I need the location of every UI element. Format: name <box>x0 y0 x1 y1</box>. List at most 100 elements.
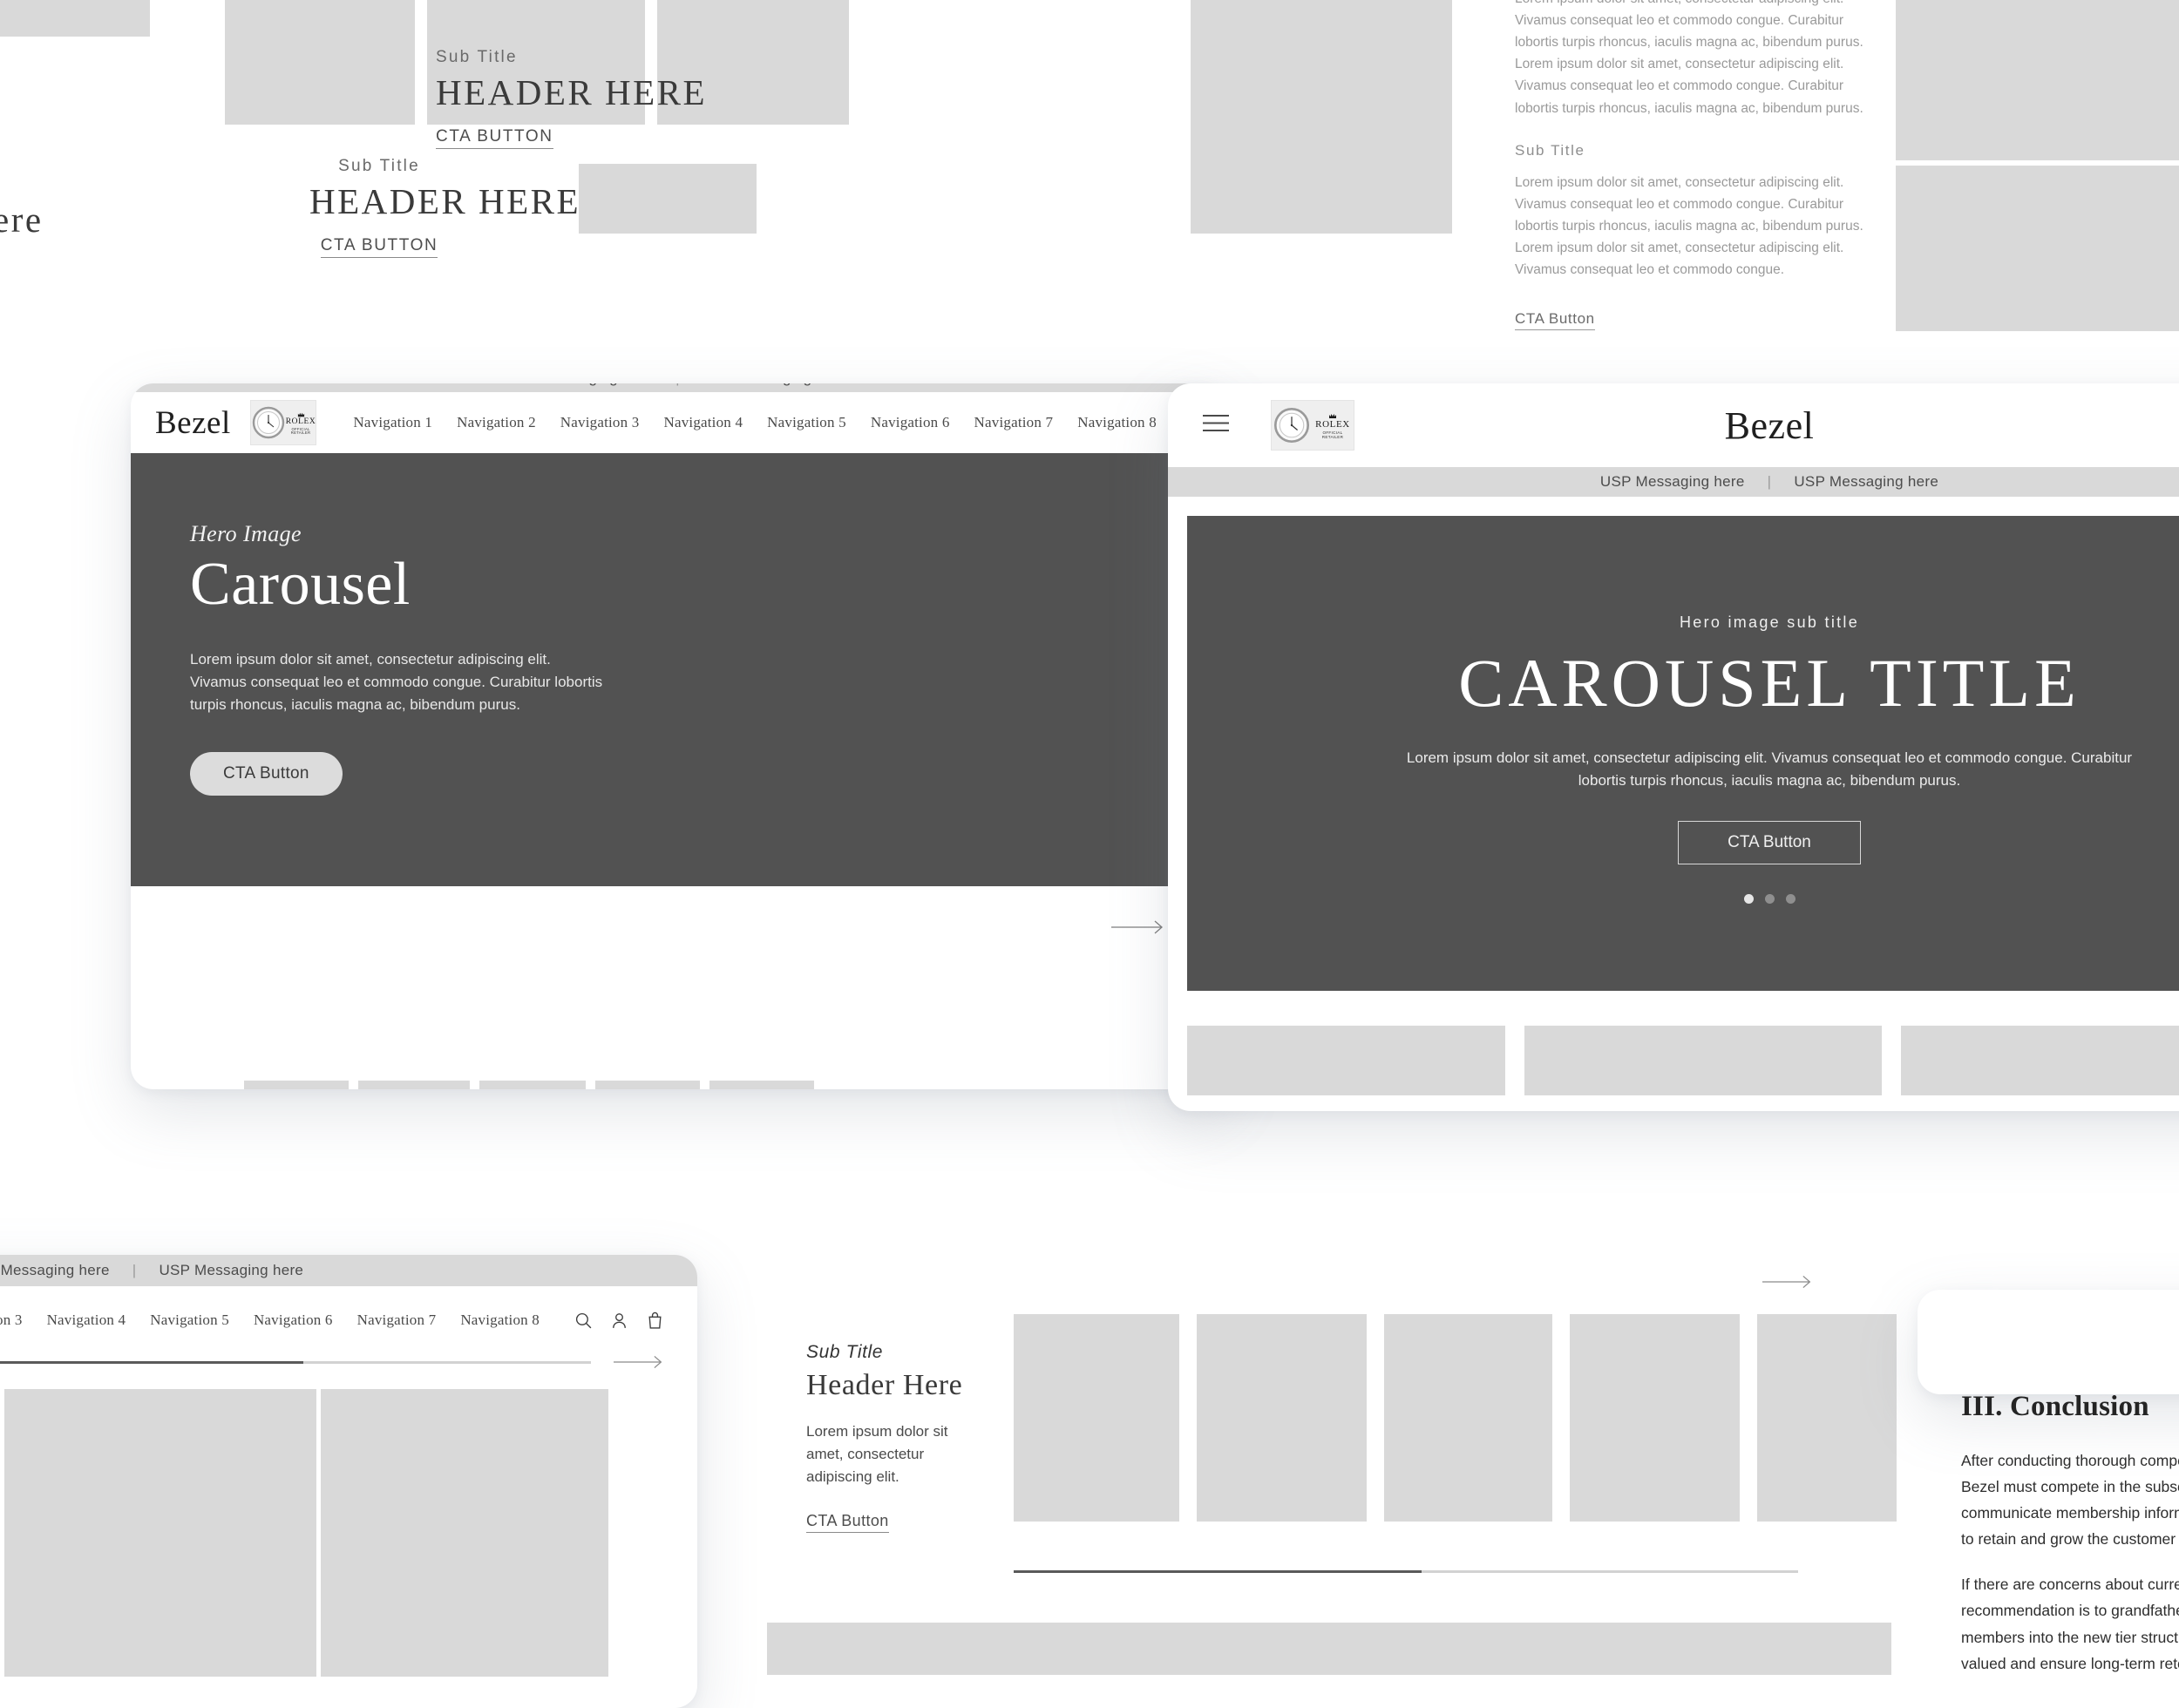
cta-button-copy-column[interactable]: CTA Button <box>1515 310 1595 331</box>
bottom-left-nav-icons <box>574 1312 664 1330</box>
nav-item-5[interactable]: Navigation 5 <box>755 414 859 431</box>
conclusion-paragraph-2: If there are concerns about current subs… <box>1961 1576 2179 1672</box>
usp-message-right: USP Messaging here <box>703 383 847 387</box>
cta-button-top-center[interactable]: CTA BUTTON <box>436 127 553 150</box>
card-placeholder[interactable] <box>358 1081 470 1089</box>
usp-bar-tablet: USP Messaging here | USP Messaging here <box>1168 467 2179 497</box>
watch-dial-icon <box>1272 403 1312 447</box>
bottom-center-progress-bar[interactable] <box>1014 1570 1798 1573</box>
nav-item-4[interactable]: Navigation 4 <box>651 414 755 431</box>
arrow-right-icon[interactable] <box>1111 919 1167 935</box>
usp-message-left: USP Messaging here <box>1599 473 1745 490</box>
rolex-retailer-plaque: ROLEX OFFICIAL RETAILER <box>1271 400 1354 451</box>
nav-item-7[interactable]: Navigation 7 <box>345 1312 449 1329</box>
desktop-nav-links: Navigation 1 Navigation 2 Navigation 3 N… <box>341 414 1169 431</box>
card-placeholder[interactable] <box>709 1081 814 1089</box>
tablet-card-strip <box>1168 991 2179 1095</box>
nav-item-3[interactable]: Navigation 3 <box>0 1312 35 1329</box>
cta-button-bottom-mid[interactable]: CTA Button <box>806 1512 889 1533</box>
card-placeholder[interactable] <box>244 1081 349 1089</box>
retailer-name: ROLEX <box>1315 418 1350 430</box>
usp-separator: | <box>132 1262 137 1278</box>
carousel-dot-2[interactable] <box>1764 894 1775 904</box>
card-placeholder[interactable] <box>1014 1314 1179 1522</box>
arrow-right-icon[interactable] <box>1762 1274 1815 1290</box>
nav-item-6[interactable]: Navigation 6 <box>859 414 962 431</box>
card-placeholder[interactable] <box>595 1081 700 1089</box>
placeholder-block <box>1896 166 2179 331</box>
brand-logo[interactable]: Bezel <box>155 404 231 442</box>
nav-item-8[interactable]: Navigation 8 <box>1065 414 1169 431</box>
hero-content: Hero image sub title CAROUSEL TITLE Lore… <box>1187 516 2179 904</box>
tablet-hero-banner: Hero image sub title CAROUSEL TITLE Lore… <box>1187 516 2179 991</box>
carousel-dot-3[interactable] <box>1785 894 1795 904</box>
cta-button-mid-left[interactable]: CTA BUTTON <box>320 236 438 259</box>
usp-message-right: USP Messaging here <box>1794 473 1939 490</box>
bottom-left-scroll-row <box>0 1354 697 1370</box>
hero-cta-button[interactable]: CTA Button <box>190 751 343 796</box>
bottom-center-progress-fill <box>1014 1570 1422 1573</box>
card-placeholder[interactable] <box>479 1081 586 1089</box>
canvas: Sub Title HEADER HERE CTA BUTTON Sub Tit… <box>0 0 2179 1708</box>
card-placeholder[interactable] <box>1384 1314 1552 1522</box>
conclusion-section: III. Conclusion After conducting thoroug… <box>1961 1391 2179 1696</box>
placeholder-block <box>1191 0 1452 109</box>
module-subtitle: Sub Title <box>806 1342 884 1362</box>
usp-message-left: USP Messaging here <box>508 383 653 387</box>
card-placeholder[interactable] <box>1757 1314 1897 1522</box>
rolex-retailer-plaque: ROLEX OFFICIAL RETAILER <box>249 400 317 445</box>
placeholder-block <box>1191 103 1452 234</box>
search-icon[interactable] <box>574 1312 593 1330</box>
hero-cta-button[interactable]: CTA Button <box>1678 821 1861 864</box>
bottom-left-navbar: Navigation 2 Navigation 3 Navigation 4 N… <box>0 1286 697 1354</box>
conclusion-paragraph-1: After conducting thorough competitive an… <box>1961 1452 2179 1549</box>
retailer-name: ROLEX <box>285 417 316 426</box>
tablet-browser-window: ROLEX OFFICIAL RETAILER Bezel USP Messag… <box>1168 383 2179 1111</box>
card-placeholder[interactable] <box>1570 1314 1740 1522</box>
arrow-right-icon[interactable] <box>614 1354 666 1370</box>
card-placeholder[interactable] <box>1187 1026 1505 1095</box>
copy-paragraph-1: Lorem ipsum dolor sit amet, consectetur … <box>1515 0 1863 116</box>
bottom-left-nav-links: Navigation 2 Navigation 3 Navigation 4 N… <box>0 1312 552 1329</box>
hamburger-menu-icon[interactable] <box>1203 414 1229 437</box>
carousel-next-row <box>131 886 1225 935</box>
module-body: Lorem ipsum dolor sit amet, consectetur … <box>806 1422 948 1486</box>
card-placeholder[interactable] <box>1901 1026 2179 1095</box>
placeholder-block <box>0 0 150 37</box>
carousel-progress-bar[interactable] <box>0 1360 591 1364</box>
card-placeholder[interactable] <box>1197 1314 1367 1522</box>
usp-separator: | <box>1767 473 1772 490</box>
copy-column: Lorem ipsum dolor sit amet, consectetur … <box>1515 0 1881 331</box>
copy-paragraph-2: Lorem ipsum dolor sit amet, consectetur … <box>1515 174 1863 278</box>
copy-subtitle: Sub Title <box>1515 141 1585 159</box>
usp-bar-bottom-left: USP Messaging here | USP Messaging here <box>0 1255 697 1286</box>
nav-item-2[interactable]: Navigation 2 <box>445 414 548 431</box>
nav-item-4[interactable]: Navigation 4 <box>35 1312 139 1329</box>
account-icon[interactable] <box>610 1312 628 1330</box>
retailer-wordmark: ROLEX OFFICIAL RETAILER <box>286 410 316 436</box>
hero-eyebrow: Hero Image <box>190 521 302 546</box>
nav-item-6[interactable]: Navigation 6 <box>241 1312 345 1329</box>
placeholder-block <box>767 1623 1891 1675</box>
carousel-dot-1[interactable] <box>1743 894 1754 904</box>
placeholder-block <box>579 164 757 234</box>
desktop-navbar: Bezel ROLEX OFFICIAL RETAILER Navigation… <box>131 392 1225 453</box>
tablet-navbar: ROLEX OFFICIAL RETAILER Bezel <box>1168 383 2179 467</box>
card-placeholder[interactable] <box>1524 1026 1882 1095</box>
nav-item-8[interactable]: Navigation 8 <box>448 1312 552 1329</box>
module-subtitle: Sub Title <box>436 48 518 66</box>
module-top-center: Sub Title HEADER HERE CTA BUTTON <box>436 48 707 150</box>
hero-content: Hero Image Carousel Lorem ipsum dolor si… <box>131 453 1225 796</box>
retailer-wordmark: ROLEX OFFICIAL RETAILER <box>1312 411 1354 439</box>
usp-bar-desktop: USP Messaging here | USP Messaging here <box>131 383 1225 392</box>
nav-item-7[interactable]: Navigation 7 <box>962 414 1066 431</box>
bag-icon[interactable] <box>646 1312 664 1330</box>
carousel-dots <box>1187 894 2179 904</box>
bottom-center-card-row <box>1014 1314 1897 1522</box>
nav-item-1[interactable]: Navigation 1 <box>341 414 445 431</box>
nav-item-5[interactable]: Navigation 5 <box>138 1312 241 1329</box>
retailer-subtitle: OFFICIAL RETAILER <box>290 427 311 436</box>
placeholder-block <box>1896 0 2179 160</box>
module-header: HEADER HERE <box>309 181 581 221</box>
nav-item-3[interactable]: Navigation 3 <box>548 414 652 431</box>
